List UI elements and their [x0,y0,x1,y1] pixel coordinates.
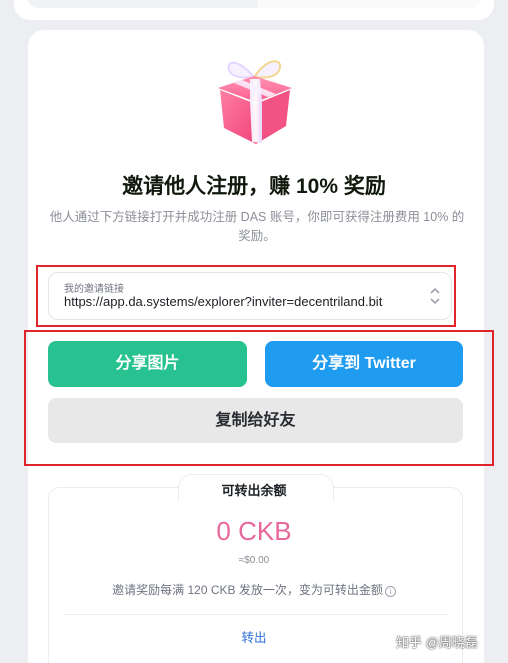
share-twitter-button[interactable]: 分享到 Twitter [265,341,463,387]
invite-title: 邀请他人注册，赚 10% 奖励 [122,175,386,198]
balance-label: 可转出余额 [221,483,287,498]
share-image-button[interactable]: 分享图片 [48,341,247,387]
invite-description: 他人通过下方链接打开并成功注册 DAS 账号，你即可获得注册费用 10% 的奖励… [49,210,465,243]
highlight-box-link [36,265,456,327]
info-icon[interactable]: i [384,586,396,597]
divider [64,614,448,615]
watermark: 知乎 @周晓磊 [396,635,478,650]
top-tab-bar [28,0,480,8]
copy-to-friend-button[interactable]: 复制给好友 [48,398,463,443]
balance-amount: 0 CKB [216,516,292,546]
balance-usd: ≈$0.00 [238,555,270,566]
gift-icon [218,60,292,144]
balance-note: 邀请奖励每满 120 CKB 发放一次，变为可转出金额 [112,583,383,597]
balance-note-row: 邀请奖励每满 120 CKB 发放一次，变为可转出金额 i [0,581,508,598]
